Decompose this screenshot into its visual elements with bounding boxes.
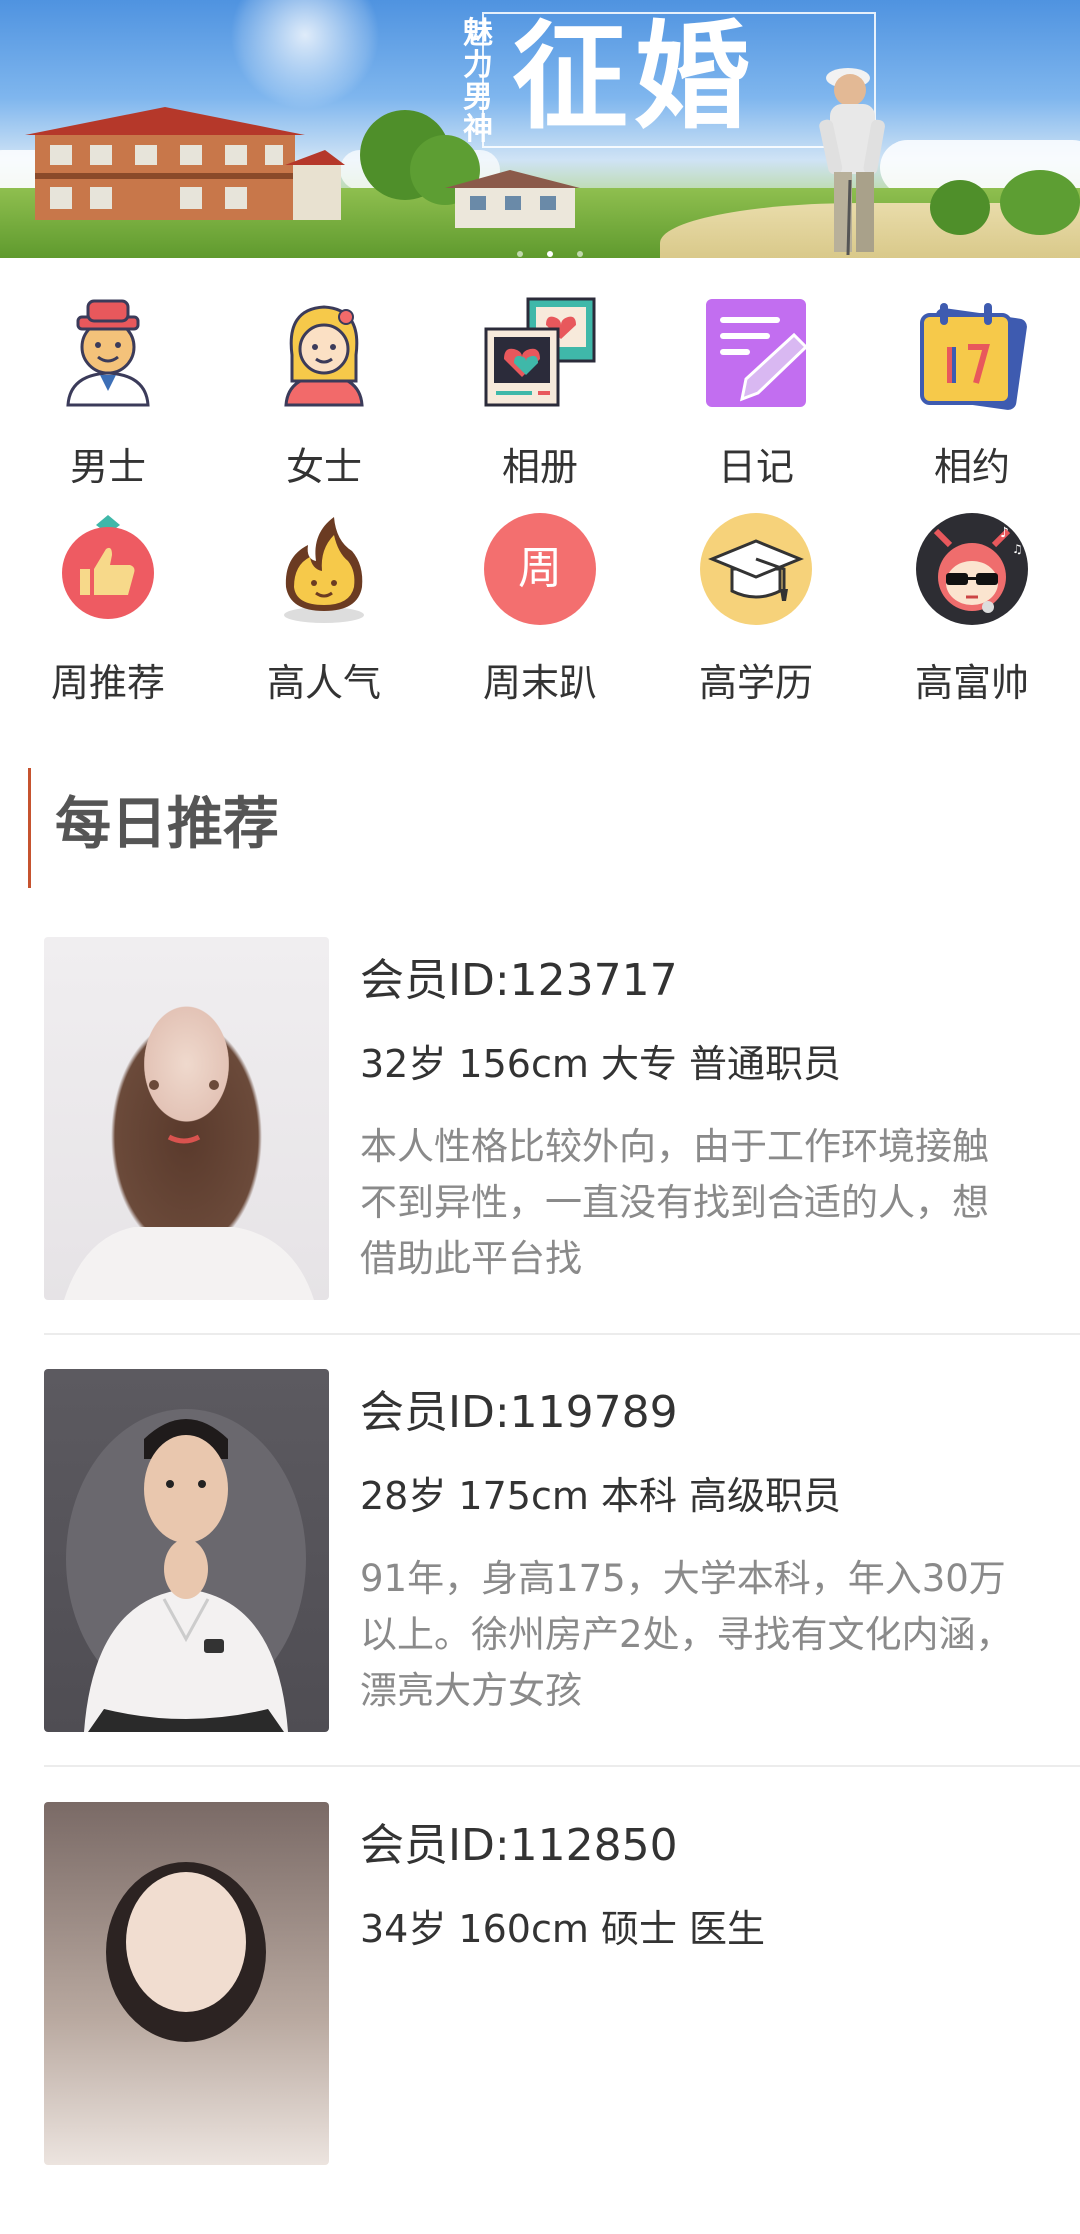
member-id: 会员ID:112850 xyxy=(360,1820,678,1871)
weekend-badge-icon: 周 xyxy=(484,513,596,625)
banner-tagline: 魅力男神 xyxy=(463,16,493,147)
cool-guy-icon: ♪♫ xyxy=(916,513,1028,625)
weekend-badge-text: 周 xyxy=(518,543,562,594)
graduation-cap-icon xyxy=(700,513,812,625)
banner-carousel[interactable]: 魅力男神 征婚 xyxy=(0,0,1080,258)
member-meta: 34岁 160cm 硕士 医生 xyxy=(360,1907,766,1951)
golfer-illustration xyxy=(819,68,885,256)
member-portrait xyxy=(106,1862,266,2042)
divider xyxy=(44,1765,1080,1767)
category-label: 高人气 xyxy=(266,661,381,705)
member-photo[interactable] xyxy=(44,937,329,1300)
section-accent-bar xyxy=(28,768,31,888)
category-dating[interactable]: 相约 xyxy=(864,285,1080,490)
member-portrait xyxy=(64,1080,314,1300)
member-description: 91年，身高175，大学本科，年入30万以上。徐州房产2处，寻找有文化内涵，漂亮… xyxy=(360,1557,1013,1712)
category-high-education[interactable]: 高学历 xyxy=(648,501,864,706)
tree xyxy=(1000,170,1080,235)
member-meta: 32岁 156cm 大专 普通职员 xyxy=(360,1042,842,1086)
category-weekly-pick[interactable]: 周推荐 xyxy=(0,501,216,706)
category-rich-handsome[interactable]: ♪ ♫ 高富帅 xyxy=(864,501,1080,706)
tree xyxy=(930,180,990,235)
category-label: 相册 xyxy=(501,445,578,489)
banner-headline: 征婚 xyxy=(512,10,756,145)
member-description: 本人性格比较外向，由于工作环境接触不到异性，一直没有找到合适的人，想借助此平台找 xyxy=(360,1125,989,1280)
woman-icon xyxy=(284,305,364,407)
category-label: 高学历 xyxy=(698,661,813,705)
member-card[interactable]: 会员ID:119789 28岁 175cm 本科 高级职员 91年，身高175，… xyxy=(44,1369,1080,1801)
fire-icon xyxy=(284,517,364,623)
category-label: 男士 xyxy=(69,445,146,489)
carousel-dot[interactable] xyxy=(577,251,583,257)
villa-illustration xyxy=(25,107,345,220)
category-weekend-party[interactable]: 周 周末趴 xyxy=(432,501,648,706)
member-photo[interactable] xyxy=(44,1369,329,1732)
category-album[interactable]: 相册 xyxy=(432,285,648,490)
category-label: 相约 xyxy=(933,445,1010,489)
sun-glare xyxy=(230,0,380,110)
category-label: 女士 xyxy=(285,445,362,489)
member-meta: 28岁 175cm 本科 高级职员 xyxy=(360,1474,842,1518)
member-photo[interactable] xyxy=(44,1802,329,2165)
member-card[interactable]: 会员ID:123717 32岁 156cm 大专 普通职员 本人性格比较外向，由… xyxy=(44,937,1080,1369)
carousel-dots xyxy=(505,242,595,258)
member-id: 会员ID:123717 xyxy=(360,955,678,1006)
member-card[interactable]: 会员ID:112850 34岁 160cm 硕士 医生 xyxy=(44,1802,1080,2234)
category-men[interactable]: 男士 xyxy=(0,285,216,490)
calendar-icon xyxy=(920,303,1027,410)
member-id: 会员ID:119789 xyxy=(360,1387,678,1438)
member-portrait xyxy=(66,1409,306,1732)
section-title: 每日推荐 xyxy=(55,792,279,857)
house-illustration xyxy=(445,170,580,228)
category-label: 日记 xyxy=(717,445,794,489)
photo-album-icon xyxy=(484,297,596,407)
thumbs-up-icon xyxy=(62,515,154,619)
category-label: 周末趴 xyxy=(482,661,597,705)
category-label: 高富帅 xyxy=(914,661,1029,705)
divider xyxy=(44,1333,1080,1335)
category-women[interactable]: 女士 xyxy=(216,285,432,490)
category-label: 周推荐 xyxy=(50,661,165,705)
carousel-dot[interactable] xyxy=(517,251,523,257)
carousel-dot-active[interactable] xyxy=(547,251,553,257)
man-icon xyxy=(66,299,150,407)
svg-text:♫: ♫ xyxy=(1012,542,1023,556)
category-popular[interactable]: 高人气 xyxy=(216,501,432,706)
diary-icon xyxy=(706,299,809,407)
category-diary[interactable]: 日记 xyxy=(648,285,864,490)
svg-text:♪: ♪ xyxy=(1000,525,1009,541)
